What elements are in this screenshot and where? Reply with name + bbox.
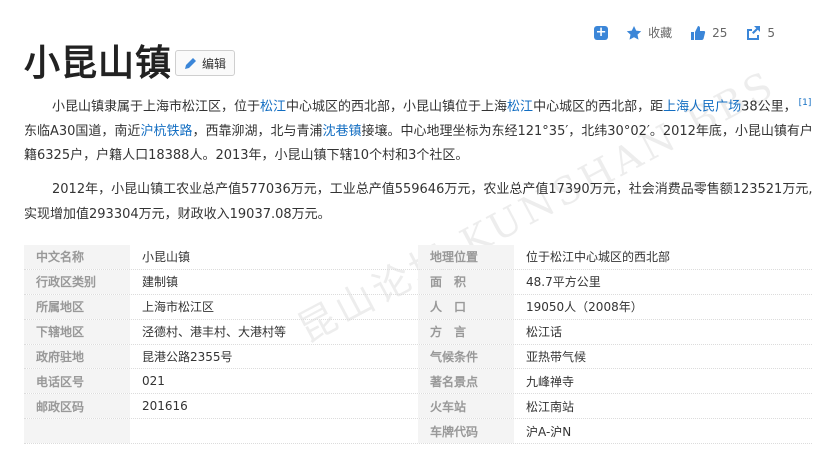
info-value: 位于松江中心城区的西北部: [526, 250, 671, 265]
info-label: 政府驻地: [24, 344, 130, 369]
link-peoples-square[interactable]: 上海人民广场: [663, 99, 741, 114]
favorite-label: 收藏: [648, 26, 673, 40]
link-huhang-railway[interactable]: 沪杭铁路: [140, 124, 192, 139]
info-label: 车牌代码: [418, 419, 514, 444]
info-row: 行政区类别 建制镇 面 积 48.7平方公里: [24, 269, 812, 295]
info-row: 下辖地区 泾德村、港丰村、大港村等 方 言松江话: [24, 319, 812, 345]
info-label: 方 言: [418, 319, 514, 344]
reference-link[interactable]: [1]: [799, 98, 812, 108]
action-bar: + 收藏 25 5: [594, 24, 775, 41]
info-label: 所属地区: [24, 294, 130, 319]
link-songjiang-2[interactable]: 松江: [507, 99, 533, 114]
link-songjiang-1[interactable]: 松江: [260, 99, 286, 114]
share-button[interactable]: 5: [745, 25, 775, 41]
info-value: 021: [142, 374, 165, 389]
text-span: 小昆山镇隶属于上海市松江区，位于: [52, 99, 261, 115]
intro-paragraph: 小昆山镇隶属于上海市松江区，位于松江中心城区的西北部，小昆山镇位于上海松江中心城…: [24, 91, 814, 169]
info-value: 小昆山镇: [142, 250, 191, 265]
plus-icon: +: [594, 24, 609, 40]
info-row: 所属地区 上海市松江区 人 口 19050人（2008年）: [24, 294, 812, 320]
info-value: 九峰禅寺: [526, 374, 575, 389]
text-span: ，西靠泖湖，北与青浦: [192, 123, 323, 139]
info-label: 火车站: [418, 394, 514, 419]
info-label: 著名景点: [418, 369, 514, 394]
edit-button[interactable]: 编辑: [175, 50, 236, 76]
info-value: 48.7平方公里: [526, 275, 601, 290]
info-row: 车牌代码 沪A-沪N: [24, 419, 812, 445]
info-value: 建制镇: [142, 275, 179, 290]
info-table: 中文名称 小昆山镇 地理位置 位于松江中心城区的西北部 行政区类别 建制镇 面 积 48…: [24, 245, 812, 445]
info-label: 行政区类别: [24, 269, 130, 294]
info-label: [24, 419, 130, 444]
like-button[interactable]: 25: [690, 25, 727, 41]
info-label: 电话区号: [24, 369, 130, 394]
share-count: 5: [767, 25, 775, 40]
info-row: 中文名称 小昆山镇 地理位置 位于松江中心城区的西北部: [24, 245, 812, 270]
favorite-button[interactable]: 收藏: [626, 24, 672, 41]
info-row: 电话区号 021 著名景点 九峰禅寺: [24, 369, 812, 395]
page-title: 小昆山镇: [24, 43, 173, 84]
info-value: 松江话: [526, 325, 563, 340]
info-value: 亚热带气候: [526, 350, 587, 364]
info-label: 邮政区码: [24, 394, 130, 419]
info-value: 沪A-沪N: [526, 424, 572, 439]
pencil-icon: [184, 56, 198, 70]
text-span: 中心城区的西北部，距: [533, 99, 664, 115]
info-value: 19050人（2008年）: [526, 300, 643, 315]
info-label: 人 口: [418, 294, 514, 319]
like-count: 25: [712, 25, 728, 40]
add-button[interactable]: +: [594, 24, 609, 40]
info-value: 上海市松江区: [142, 300, 215, 315]
link-shenxiang-town[interactable]: 沈巷镇: [322, 124, 361, 139]
info-row: 邮政区码 201616 火车站 松江南站: [24, 394, 812, 420]
info-label: 中文名称: [24, 245, 130, 269]
info-value: 松江南站: [526, 399, 575, 414]
info-label: 地理位置: [418, 245, 514, 269]
edit-label: 编辑: [202, 56, 227, 71]
text-span: 38公里，: [741, 99, 797, 115]
info-label: 气候条件: [418, 344, 514, 369]
info-row: 政府驻地 昆港公路2355号 气候条件 亚热带气候: [24, 344, 812, 370]
info-value: 泾德村、港丰村、大港村等: [142, 325, 287, 340]
info-label: 下辖地区: [24, 319, 130, 344]
info-label: 面 积: [418, 269, 514, 294]
text-span: 中心城区的西北部，小昆山镇位于上海: [286, 99, 508, 115]
info-value: 昆港公路2355号: [142, 350, 233, 364]
text-span: 东临A30国道，南近: [24, 123, 141, 139]
economy-paragraph: 2012年，小昆山镇工农业总产值577036万元，工业总产值559646万元，农…: [24, 182, 813, 222]
thumbs-up-icon: [690, 25, 706, 41]
share-icon: [745, 25, 761, 41]
star-icon: [626, 25, 642, 41]
info-value: 201616: [142, 399, 188, 414]
